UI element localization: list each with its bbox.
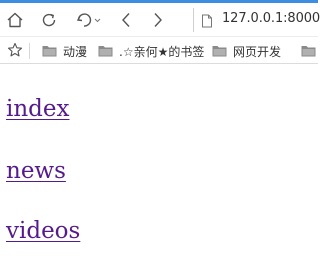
undo-button[interactable] (74, 9, 104, 31)
address-url[interactable]: 127.0.0.1:8000 (222, 11, 320, 26)
bookmarks-divider (29, 43, 30, 59)
chevron-right-icon (151, 11, 165, 29)
bookmark-folder-more[interactable] (301, 41, 320, 61)
forward-button[interactable] (148, 9, 168, 31)
page-icon (201, 13, 213, 32)
refresh-button[interactable] (38, 9, 60, 31)
folder-icon (98, 42, 113, 61)
address-bar[interactable]: 127.0.0.1:8000 (193, 8, 320, 32)
refresh-icon (40, 11, 58, 29)
undo-icon (75, 11, 103, 29)
page-content: index news videos (0, 64, 318, 261)
bookmark-folder-anime[interactable]: 动漫 (42, 41, 87, 61)
bookmark-label: .☆亲何★的书签 (119, 44, 205, 59)
folder-icon (42, 42, 57, 61)
folder-icon (301, 42, 316, 61)
home-icon (6, 11, 24, 29)
folder-icon (212, 42, 227, 61)
star-icon[interactable] (7, 42, 23, 62)
bookmarks-bar: 动漫 .☆亲何★的书签 网页开发 (0, 36, 318, 64)
home-button[interactable] (4, 9, 26, 31)
browser-toolbar: 127.0.0.1:8000 (0, 3, 320, 36)
bookmark-label: 网页开发 (233, 44, 282, 59)
link-index[interactable]: index (6, 96, 69, 122)
link-videos[interactable]: videos (6, 218, 80, 244)
link-news[interactable]: news (6, 158, 66, 184)
bookmark-folder-favorites[interactable]: .☆亲何★的书签 (98, 41, 204, 61)
back-button[interactable] (116, 9, 136, 31)
chevron-left-icon (119, 11, 133, 29)
bookmark-label: 动漫 (63, 44, 88, 59)
bookmark-folder-webdev[interactable]: 网页开发 (212, 41, 281, 61)
